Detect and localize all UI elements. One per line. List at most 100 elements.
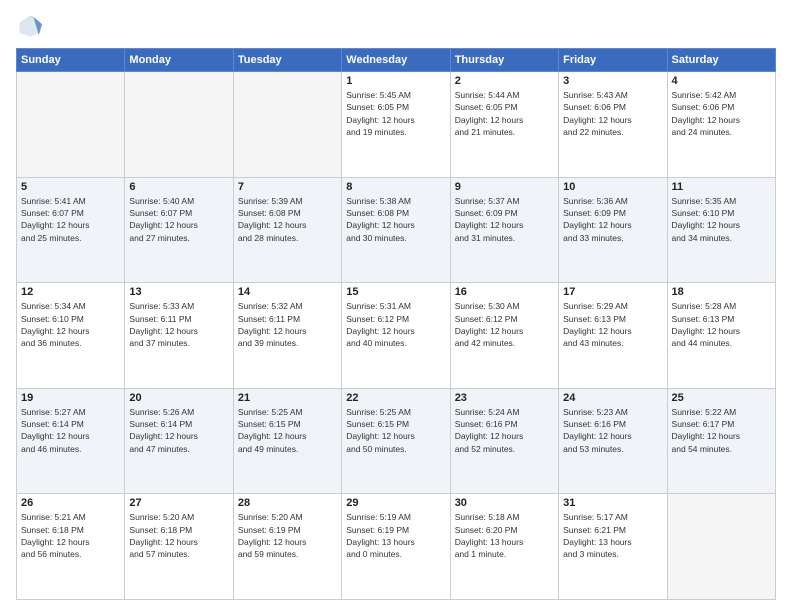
day-info: Sunrise: 5:25 AM Sunset: 6:15 PM Dayligh… [238,406,337,455]
calendar-cell: 16Sunrise: 5:30 AM Sunset: 6:12 PM Dayli… [450,283,558,389]
day-number: 6 [129,181,228,193]
calendar-cell: 11 Sunrise: 5:35 AM Sunset: 6:10 PM Dayli… [667,177,775,283]
calendar-cell [233,72,341,178]
calendar-week-row: 1 Sunrise: 5:45 AM Sunset: 6:05 PM Daylig… [17,72,776,178]
day-number: 17 [563,286,662,298]
weekday-header-row: SundayMondayTuesdayWednesdayThursdayFrid… [17,49,776,72]
calendar-cell: 9Sunrise: 5:37 AM Sunset: 6:09 PM Daylig… [450,177,558,283]
weekday-header-saturday: Saturday [667,49,775,72]
weekday-header-monday: Monday [125,49,233,72]
calendar-week-row: 19 Sunrise: 5:27 AM Sunset: 6:14 PM Dayli… [17,388,776,494]
day-number: 13 [129,286,228,298]
day-number: 26 [21,497,120,509]
calendar-cell: 7 Sunrise: 5:39 AM Sunset: 6:08 PM Daylig… [233,177,341,283]
calendar-cell: 1 Sunrise: 5:45 AM Sunset: 6:05 PM Daylig… [342,72,450,178]
day-number: 9 [455,181,554,193]
header [16,12,776,40]
calendar-cell: 6 Sunrise: 5:40 AM Sunset: 6:07 PM Daylig… [125,177,233,283]
calendar-cell: 20 Sunrise: 5:26 AM Sunset: 6:14 PM Dayli… [125,388,233,494]
day-info: Sunrise: 5:29 AM Sunset: 6:13 PM Dayligh… [563,300,662,349]
calendar-cell [17,72,125,178]
day-info: Sunrise: 5:30 AM Sunset: 6:12 PM Dayligh… [455,300,554,349]
calendar-cell: 8 Sunrise: 5:38 AM Sunset: 6:08 PM Daylig… [342,177,450,283]
day-number: 12 [21,286,120,298]
calendar-week-row: 26 Sunrise: 5:21 AM Sunset: 6:18 PM Dayli… [17,494,776,600]
day-number: 24 [563,392,662,404]
day-info: Sunrise: 5:34 AM Sunset: 6:10 PM Dayligh… [21,300,120,349]
weekday-header-wednesday: Wednesday [342,49,450,72]
day-info: Sunrise: 5:40 AM Sunset: 6:07 PM Dayligh… [129,195,228,244]
day-info: Sunrise: 5:38 AM Sunset: 6:08 PM Dayligh… [346,195,445,244]
calendar-week-row: 12 Sunrise: 5:34 AM Sunset: 6:10 PM Dayli… [17,283,776,389]
calendar-cell: 4 Sunrise: 5:42 AM Sunset: 6:06 PM Daylig… [667,72,775,178]
calendar-cell: 23 Sunrise: 5:24 AM Sunset: 6:16 PM Dayli… [450,388,558,494]
calendar-cell [667,494,775,600]
calendar-cell: 3Sunrise: 5:43 AM Sunset: 6:06 PM Daylig… [559,72,667,178]
day-number: 20 [129,392,228,404]
day-info: Sunrise: 5:17 AM Sunset: 6:21 PM Dayligh… [563,511,662,560]
day-info: Sunrise: 5:26 AM Sunset: 6:14 PM Dayligh… [129,406,228,455]
weekday-header-thursday: Thursday [450,49,558,72]
day-number: 14 [238,286,337,298]
day-number: 4 [672,75,771,87]
calendar-cell: 10Sunrise: 5:36 AM Sunset: 6:09 PM Dayli… [559,177,667,283]
day-number: 1 [346,75,445,87]
calendar-cell: 26 Sunrise: 5:21 AM Sunset: 6:18 PM Dayli… [17,494,125,600]
day-info: Sunrise: 5:20 AM Sunset: 6:19 PM Dayligh… [238,511,337,560]
day-number: 11 [672,181,771,193]
day-info: Sunrise: 5:21 AM Sunset: 6:18 PM Dayligh… [21,511,120,560]
calendar-cell: 18 Sunrise: 5:28 AM Sunset: 6:13 PM Dayli… [667,283,775,389]
day-info: Sunrise: 5:20 AM Sunset: 6:18 PM Dayligh… [129,511,228,560]
calendar-cell: 17 Sunrise: 5:29 AM Sunset: 6:13 PM Dayli… [559,283,667,389]
calendar-cell: 30 Sunrise: 5:18 AM Sunset: 6:20 PM Dayli… [450,494,558,600]
day-number: 19 [21,392,120,404]
day-number: 15 [346,286,445,298]
calendar-cell: 27 Sunrise: 5:20 AM Sunset: 6:18 PM Dayli… [125,494,233,600]
calendar-week-row: 5 Sunrise: 5:41 AM Sunset: 6:07 PM Daylig… [17,177,776,283]
day-info: Sunrise: 5:41 AM Sunset: 6:07 PM Dayligh… [21,195,120,244]
day-number: 22 [346,392,445,404]
day-number: 21 [238,392,337,404]
day-number: 8 [346,181,445,193]
day-number: 5 [21,181,120,193]
day-number: 3 [563,75,662,87]
calendar-cell: 5 Sunrise: 5:41 AM Sunset: 6:07 PM Daylig… [17,177,125,283]
calendar-cell: 21 Sunrise: 5:25 AM Sunset: 6:15 PM Dayli… [233,388,341,494]
day-info: Sunrise: 5:24 AM Sunset: 6:16 PM Dayligh… [455,406,554,455]
day-number: 18 [672,286,771,298]
calendar-cell: 2 Sunrise: 5:44 AM Sunset: 6:05 PM Daylig… [450,72,558,178]
page: SundayMondayTuesdayWednesdayThursdayFrid… [0,0,792,612]
day-info: Sunrise: 5:31 AM Sunset: 6:12 PM Dayligh… [346,300,445,349]
day-number: 29 [346,497,445,509]
calendar-table: SundayMondayTuesdayWednesdayThursdayFrid… [16,48,776,600]
calendar-cell: 14 Sunrise: 5:32 AM Sunset: 6:11 PM Dayli… [233,283,341,389]
day-info: Sunrise: 5:27 AM Sunset: 6:14 PM Dayligh… [21,406,120,455]
calendar-cell [125,72,233,178]
day-info: Sunrise: 5:25 AM Sunset: 6:15 PM Dayligh… [346,406,445,455]
day-number: 10 [563,181,662,193]
day-info: Sunrise: 5:44 AM Sunset: 6:05 PM Dayligh… [455,89,554,138]
day-number: 7 [238,181,337,193]
day-info: Sunrise: 5:18 AM Sunset: 6:20 PM Dayligh… [455,511,554,560]
day-info: Sunrise: 5:35 AM Sunset: 6:10 PM Dayligh… [672,195,771,244]
day-info: Sunrise: 5:32 AM Sunset: 6:11 PM Dayligh… [238,300,337,349]
day-info: Sunrise: 5:28 AM Sunset: 6:13 PM Dayligh… [672,300,771,349]
calendar-cell: 24 Sunrise: 5:23 AM Sunset: 6:16 PM Dayli… [559,388,667,494]
calendar-cell: 12 Sunrise: 5:34 AM Sunset: 6:10 PM Dayli… [17,283,125,389]
day-info: Sunrise: 5:33 AM Sunset: 6:11 PM Dayligh… [129,300,228,349]
day-info: Sunrise: 5:42 AM Sunset: 6:06 PM Dayligh… [672,89,771,138]
day-info: Sunrise: 5:45 AM Sunset: 6:05 PM Dayligh… [346,89,445,138]
day-number: 2 [455,75,554,87]
weekday-header-tuesday: Tuesday [233,49,341,72]
calendar-cell: 13 Sunrise: 5:33 AM Sunset: 6:11 PM Dayli… [125,283,233,389]
day-number: 30 [455,497,554,509]
weekday-header-sunday: Sunday [17,49,125,72]
day-number: 31 [563,497,662,509]
day-info: Sunrise: 5:39 AM Sunset: 6:08 PM Dayligh… [238,195,337,244]
calendar-cell: 22 Sunrise: 5:25 AM Sunset: 6:15 PM Dayli… [342,388,450,494]
day-info: Sunrise: 5:23 AM Sunset: 6:16 PM Dayligh… [563,406,662,455]
logo-icon [16,12,44,40]
calendar-cell: 19 Sunrise: 5:27 AM Sunset: 6:14 PM Dayli… [17,388,125,494]
day-number: 23 [455,392,554,404]
day-number: 27 [129,497,228,509]
